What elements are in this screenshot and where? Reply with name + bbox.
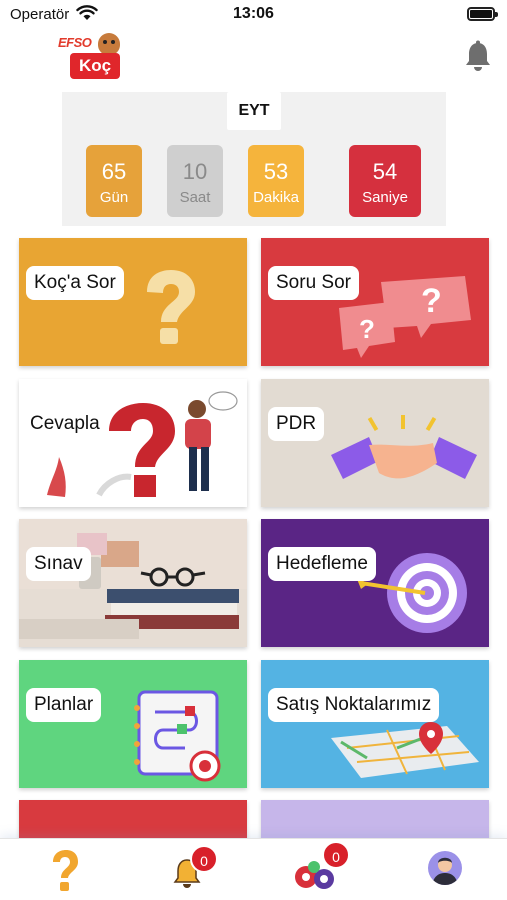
tile-sinav[interactable]: Sınav (19, 519, 247, 647)
question-mark-icon (147, 270, 195, 344)
bottom-tab-bar: 0 0 (0, 838, 507, 900)
exam-countdown: EYT 65 Gün 10 Saat 53 Dakika 54 Saniye (62, 92, 446, 226)
tile-planlar[interactable]: Planlar (19, 660, 247, 788)
notifications-badge: 0 (190, 845, 218, 873)
days-label: Gün (99, 189, 129, 206)
app-screen: Operatör 13:06 EFSO Koç EYT 65 Gün 10 Sa… (0, 0, 507, 900)
tile-koca-sor[interactable]: Koç'a Sor (19, 238, 247, 366)
hours-value: 10 (182, 159, 208, 184)
logo-text-top: EFSO (58, 35, 92, 50)
minutes-label: Dakika (253, 189, 299, 206)
hours-label: Saat (179, 189, 211, 206)
minutes-value: 53 (263, 159, 289, 184)
planner-notebook-icon (134, 690, 221, 782)
svg-text:?: ? (421, 282, 442, 320)
dog-mascot-icon (98, 33, 120, 55)
tile-label: Satış Noktalarımız (268, 688, 440, 722)
countdown-minutes: 53 Dakika (248, 145, 304, 217)
countdown-seconds: 54 Saniye (349, 145, 421, 217)
status-bar: Operatör 13:06 (0, 0, 507, 30)
tile-label: Sınav (26, 547, 91, 581)
map-pin-icon (331, 722, 479, 778)
tile-label: Planlar (26, 688, 102, 722)
clock: 13:06 (233, 5, 274, 22)
handshake-icon (331, 415, 477, 479)
books-glasses-icon (19, 519, 247, 647)
app-logo: EFSO Koç (58, 33, 128, 81)
tile-cevapla[interactable]: Cevapla (19, 379, 247, 507)
seconds-label: Saniye (362, 189, 408, 206)
countdown-hours: 10 Saat (167, 145, 223, 217)
countdown-title: EYT (227, 92, 281, 130)
tile-label: Cevapla (30, 413, 100, 434)
svg-text:?: ? (359, 314, 375, 344)
messages-badge: 0 (322, 841, 350, 869)
countdown-days: 65 Gün (86, 145, 142, 217)
seconds-value: 54 (372, 159, 398, 184)
thinking-person-icon (47, 391, 238, 497)
tile-label: Hedefleme (268, 547, 376, 581)
tab-profile[interactable] (378, 839, 504, 900)
logo-text-bottom: Koç (70, 53, 120, 79)
days-value: 65 (101, 159, 127, 184)
question-tab-icon (53, 850, 78, 891)
tile-label: PDR (268, 407, 325, 441)
tab-notifications[interactable]: 0 (126, 839, 252, 900)
tile-satis-noktalarimiz[interactable]: Satış Noktalarımız (261, 660, 489, 788)
tile-label: Koç'a Sor (26, 266, 124, 300)
tile-label: Soru Sor (268, 266, 359, 300)
profile-avatar-icon (428, 851, 462, 885)
bell-icon[interactable] (463, 40, 493, 72)
tile-soru-sor[interactable]: ? ? Soru Sor (261, 238, 489, 366)
battery-icon (467, 7, 498, 21)
tab-messages[interactable]: 0 (252, 839, 378, 900)
tile-hedefleme[interactable]: Hedefleme (261, 519, 489, 647)
tab-questions[interactable] (0, 839, 126, 900)
tile-pdr[interactable]: PDR (261, 379, 489, 507)
